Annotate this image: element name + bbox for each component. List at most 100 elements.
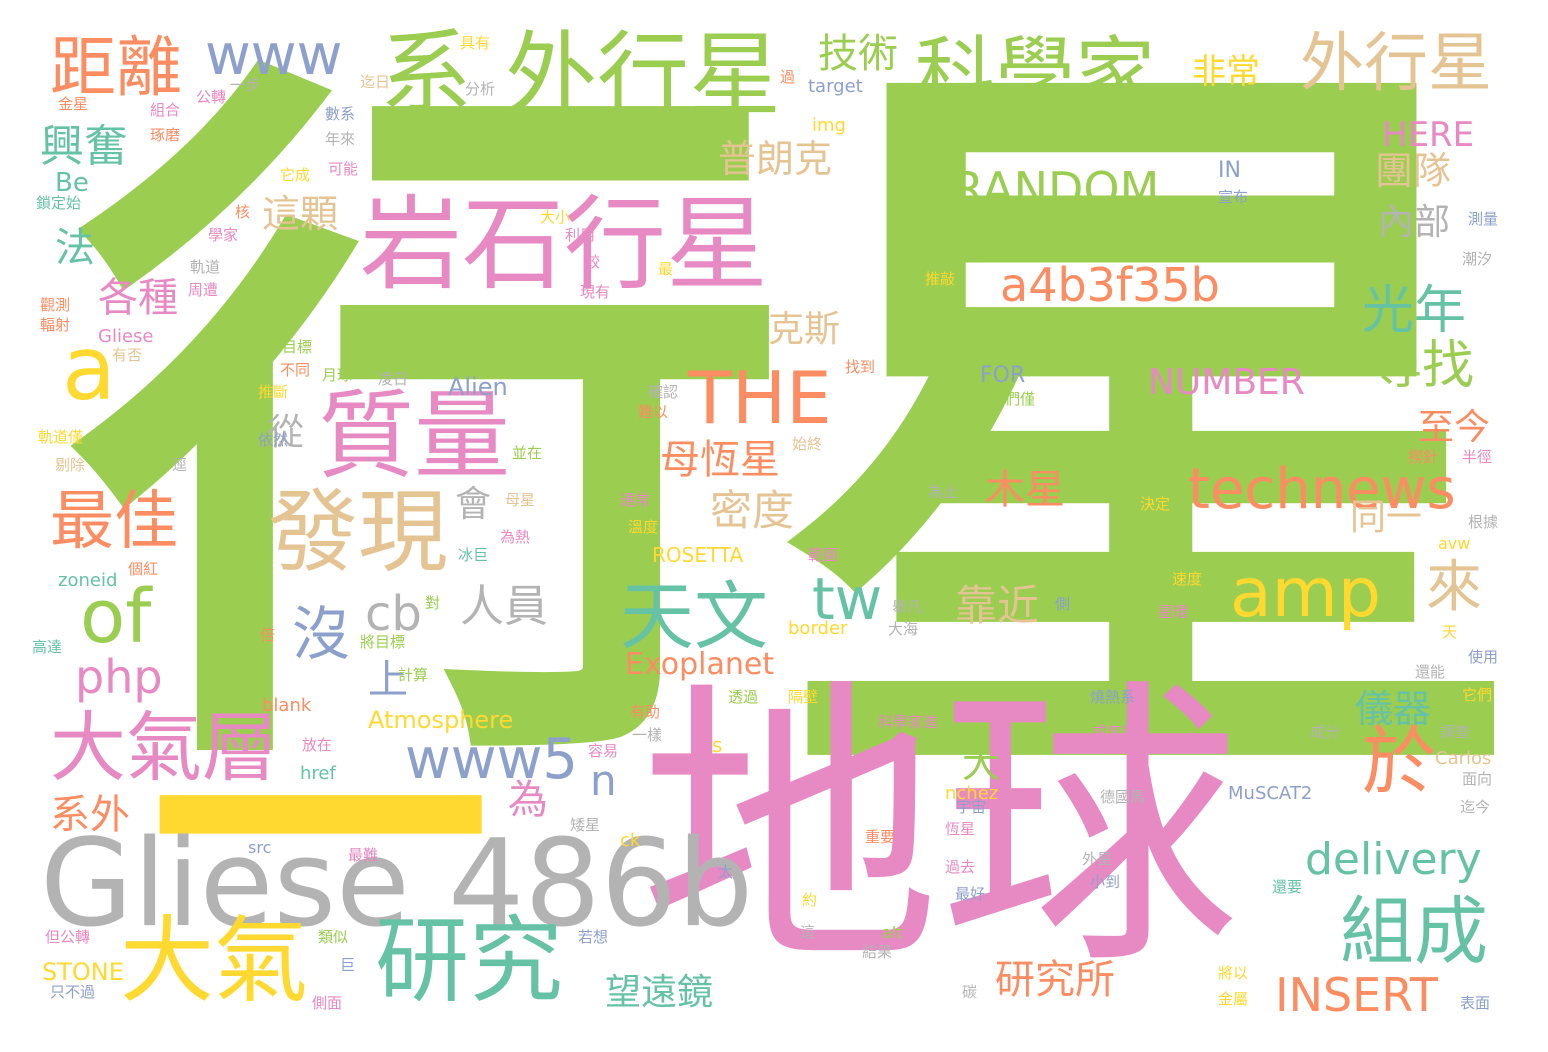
word: 推斷 xyxy=(258,383,289,401)
word: 但公轉 xyxy=(45,928,91,946)
word: 不同 xyxy=(280,361,311,379)
word: 小到 xyxy=(1090,873,1121,891)
word: 半徑 xyxy=(1462,448,1493,466)
word: 它成 xyxy=(280,166,311,184)
word: 法 xyxy=(55,225,95,271)
word: 巨 xyxy=(340,956,356,974)
word: 類似 xyxy=(318,928,349,946)
word: 沒 xyxy=(292,600,351,668)
word: 最難 xyxy=(348,846,379,864)
word: 將以 xyxy=(1218,964,1249,982)
word: 溫度 xyxy=(628,518,659,536)
word: 隔壁 xyxy=(788,688,819,706)
word: 結果 xyxy=(862,943,893,961)
word: 大氣 xyxy=(120,907,309,1016)
word: 最好 xyxy=(955,885,986,903)
word: Atmosphere xyxy=(368,706,514,734)
word: 個紅 xyxy=(128,560,159,578)
word: 凌日 xyxy=(378,370,409,388)
word: 數系 xyxy=(325,105,356,123)
word: 透過 xyxy=(728,688,759,706)
word: 觀測 xyxy=(40,296,71,314)
word: 母星 xyxy=(505,491,536,509)
word: 放在 xyxy=(302,736,333,754)
word: 距離 xyxy=(50,29,182,106)
word: 決定 xyxy=(1140,495,1171,513)
word: 具有 xyxy=(460,34,491,52)
word: 金星 xyxy=(58,95,89,113)
word: 於 xyxy=(1362,719,1436,805)
word: 舉凡 xyxy=(892,598,923,616)
word: s xyxy=(712,733,723,757)
word: 非常 xyxy=(1192,52,1260,92)
word: NUMBER xyxy=(1148,362,1305,403)
word: 剔除 xyxy=(55,456,86,474)
word: 通常 xyxy=(620,491,651,509)
word: 使用 xyxy=(1468,648,1499,666)
word: 軌道僅 xyxy=(38,428,84,446)
word: 普朗克 xyxy=(718,137,833,181)
word: 或氣態 xyxy=(1092,723,1138,741)
word: 密度 xyxy=(710,486,795,535)
word: border xyxy=(788,618,848,639)
word: 調查 xyxy=(1440,723,1471,741)
word: 宣布 xyxy=(1218,188,1249,206)
word: src xyxy=(248,838,272,857)
word: 依然 xyxy=(258,431,289,449)
word: avw xyxy=(1438,534,1471,553)
word: 大海 xyxy=(888,620,919,638)
word: 透 xyxy=(1330,696,1346,714)
word: 這 xyxy=(800,923,816,941)
word: www5 xyxy=(405,727,579,792)
word: Carlos xyxy=(1435,748,1492,769)
word: 尋找 xyxy=(1370,336,1475,396)
word: a4b3f35b xyxy=(1000,258,1220,312)
word: 撈針 xyxy=(1408,448,1439,466)
word: 為 xyxy=(508,777,548,823)
word: 迄日 xyxy=(360,73,391,91)
word: 核 xyxy=(235,203,251,221)
word: 為止 xyxy=(928,483,959,501)
word: HERE xyxy=(1382,115,1475,155)
word: 系外 xyxy=(50,792,130,838)
word: 科學家 xyxy=(915,28,1155,121)
word: 重要 xyxy=(865,828,896,846)
word: 技術 xyxy=(818,31,898,77)
word: 研究 xyxy=(375,907,564,1016)
word: 燒熱系 xyxy=(1090,688,1136,706)
word: 找到 xyxy=(845,358,876,376)
word: 有助 xyxy=(630,703,661,721)
word: 目標 xyxy=(282,338,313,356)
word: 倍 xyxy=(260,626,276,644)
word: 大氣層 xyxy=(50,703,278,792)
word: 星環 xyxy=(1158,603,1189,621)
word: 冰巨 xyxy=(458,546,489,564)
word: 面向 xyxy=(1462,770,1493,788)
word: 較 xyxy=(585,253,601,271)
word: 恆星 xyxy=(945,820,976,838)
word: 軌道 xyxy=(190,258,221,276)
word: ck xyxy=(620,830,641,851)
word: 容易 xyxy=(588,742,619,760)
word: 為熱 xyxy=(500,528,531,546)
word: 太 xyxy=(718,863,734,881)
word: zoneid xyxy=(58,570,118,591)
word: 若想 xyxy=(578,928,609,946)
word: img xyxy=(812,115,846,136)
word: 學家 xyxy=(208,226,239,244)
word: 側 xyxy=(1055,595,1071,613)
word: STONE xyxy=(42,958,124,986)
word: ROSETTA xyxy=(652,543,744,567)
word: 外星 xyxy=(1082,850,1113,868)
word: 最 xyxy=(658,260,674,278)
word: 組合 xyxy=(150,101,181,119)
word-cloud: 行 星 地球 一 Gliese 486b 岩石行星 質量 發現 外行星 系 科學… xyxy=(0,0,1548,1052)
word: THE xyxy=(688,356,832,440)
word: 迄今 xyxy=(1460,798,1491,816)
word: 內部 xyxy=(1378,202,1451,243)
word: 逕 xyxy=(172,456,188,474)
word: blank xyxy=(262,695,312,716)
word: INSERT xyxy=(1275,968,1438,1022)
word: 德國馬 xyxy=(1100,788,1146,806)
word: delivery xyxy=(1305,834,1482,885)
